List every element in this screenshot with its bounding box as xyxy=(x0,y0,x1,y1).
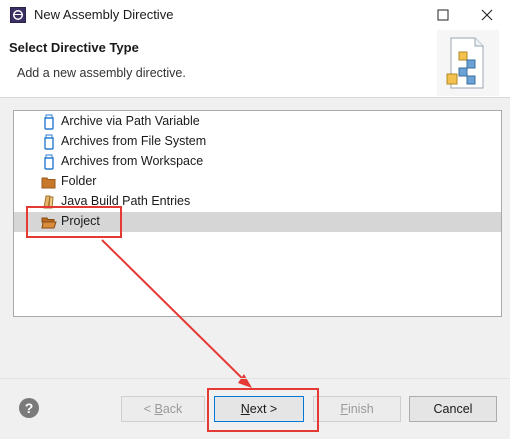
annotation-box-next xyxy=(207,388,319,432)
button-bar-separator xyxy=(0,378,510,379)
cancel-button[interactable]: Cancel xyxy=(409,396,497,422)
list-item-archives-workspace[interactable]: Archives from Workspace xyxy=(14,152,501,172)
annotation-box-project xyxy=(26,206,122,238)
jar-icon xyxy=(44,154,54,170)
list-item-label: Folder xyxy=(61,174,97,188)
help-button[interactable]: ? xyxy=(19,398,39,418)
page-title: Select Directive Type xyxy=(9,40,139,55)
window-title: New Assembly Directive xyxy=(34,7,174,22)
finish-label-mnemonic: F xyxy=(340,402,348,416)
list-item-label: Archives from File System xyxy=(61,134,207,148)
finish-button[interactable]: Finish xyxy=(313,396,401,422)
wizard-header: Select Directive Type Add a new assembly… xyxy=(0,30,510,98)
list-item-label: Archives from Workspace xyxy=(61,154,204,168)
list-item-label: Archive via Path Variable xyxy=(61,114,200,128)
back-label-rest: ack xyxy=(162,402,183,416)
finish-label-rest: inish xyxy=(347,402,374,416)
folder-icon xyxy=(41,177,56,189)
jar-icon xyxy=(44,114,54,130)
jar-icon xyxy=(44,134,54,150)
eclipse-app-icon xyxy=(10,7,26,23)
maximize-button[interactable] xyxy=(420,0,466,30)
back-label-mnemonic: B xyxy=(154,402,163,416)
back-button[interactable]: < Back xyxy=(121,396,205,422)
page-description: Add a new assembly directive. xyxy=(17,66,186,80)
list-item-archive-path-variable[interactable]: Archive via Path Variable xyxy=(14,112,501,132)
back-label-prefix: < xyxy=(143,402,155,416)
title-bar: New Assembly Directive xyxy=(0,0,510,30)
close-button[interactable] xyxy=(464,0,510,30)
list-item-archives-file-system[interactable]: Archives from File System xyxy=(14,132,501,152)
wizard-banner-icon xyxy=(437,30,499,96)
list-item-folder[interactable]: Folder xyxy=(14,172,501,192)
